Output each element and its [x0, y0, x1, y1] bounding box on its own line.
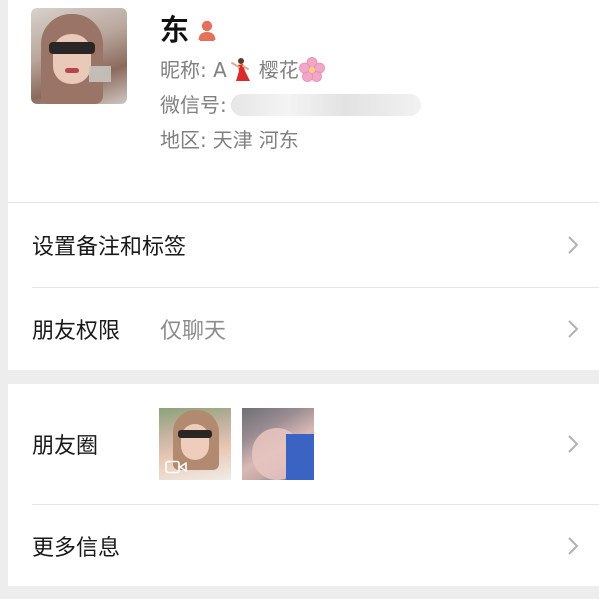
- nickname-prefix: 昵称: A: [160, 58, 227, 82]
- chevron-right-icon: [568, 536, 579, 555]
- row-more-info-label: 更多信息: [32, 535, 121, 561]
- row-remark-tags-label: 设置备注和标签: [32, 235, 187, 260]
- row-more-info[interactable]: 更多信息: [8, 505, 599, 586]
- region-district: 河东: [258, 128, 299, 152]
- profile-card: 东 昵称: A 樱花 微信号: 地区: 天津 河东 设置备注和标签 朋友权限 仅…: [8, 0, 599, 370]
- row-friend-permissions[interactable]: 朋友权限 仅聊天: [8, 288, 599, 370]
- contact-name: 东: [160, 13, 190, 47]
- avatar-blurred-area: [89, 66, 111, 82]
- avatar-sunglasses: [49, 42, 95, 54]
- female-icon: [198, 20, 216, 41]
- row-moments-label: 朋友圈: [32, 434, 99, 459]
- chevron-right-icon: [568, 320, 579, 338]
- region-label: 地区:: [160, 128, 207, 152]
- moments-card: 朋友圈 更多信息: [8, 384, 599, 586]
- row-friend-permissions-label: 朋友权限: [32, 319, 121, 344]
- nickname-line: 昵称: A 樱花: [160, 56, 325, 84]
- region-line: 地区: 天津 河东: [160, 126, 299, 154]
- moments-thumbnail-photo[interactable]: [242, 408, 314, 480]
- wechat-id-masked: [230, 94, 421, 116]
- row-remark-tags[interactable]: 设置备注和标签: [8, 203, 599, 287]
- avatar[interactable]: [31, 8, 127, 104]
- row-friend-permissions-value: 仅聊天: [160, 319, 227, 344]
- thumbnail-clothing: [286, 434, 314, 480]
- region-city: 天津: [212, 128, 253, 152]
- nickname-suffix: 樱花: [258, 58, 299, 82]
- name-row: 东: [160, 10, 217, 50]
- chevron-right-icon: [568, 435, 579, 453]
- wechat-id-line: 微信号:: [160, 91, 421, 119]
- moments-thumbnail-video[interactable]: [159, 408, 231, 480]
- avatar-lips: [65, 68, 79, 73]
- chevron-right-icon: [568, 236, 579, 254]
- video-icon: [165, 460, 187, 474]
- wechat-id-label: 微信号:: [160, 93, 227, 117]
- dancer-emoji-icon: [230, 58, 250, 81]
- row-moments[interactable]: 朋友圈: [8, 384, 599, 504]
- thumbnail-sunglasses: [178, 430, 212, 438]
- cherry-blossom-emoji-icon: [298, 57, 325, 82]
